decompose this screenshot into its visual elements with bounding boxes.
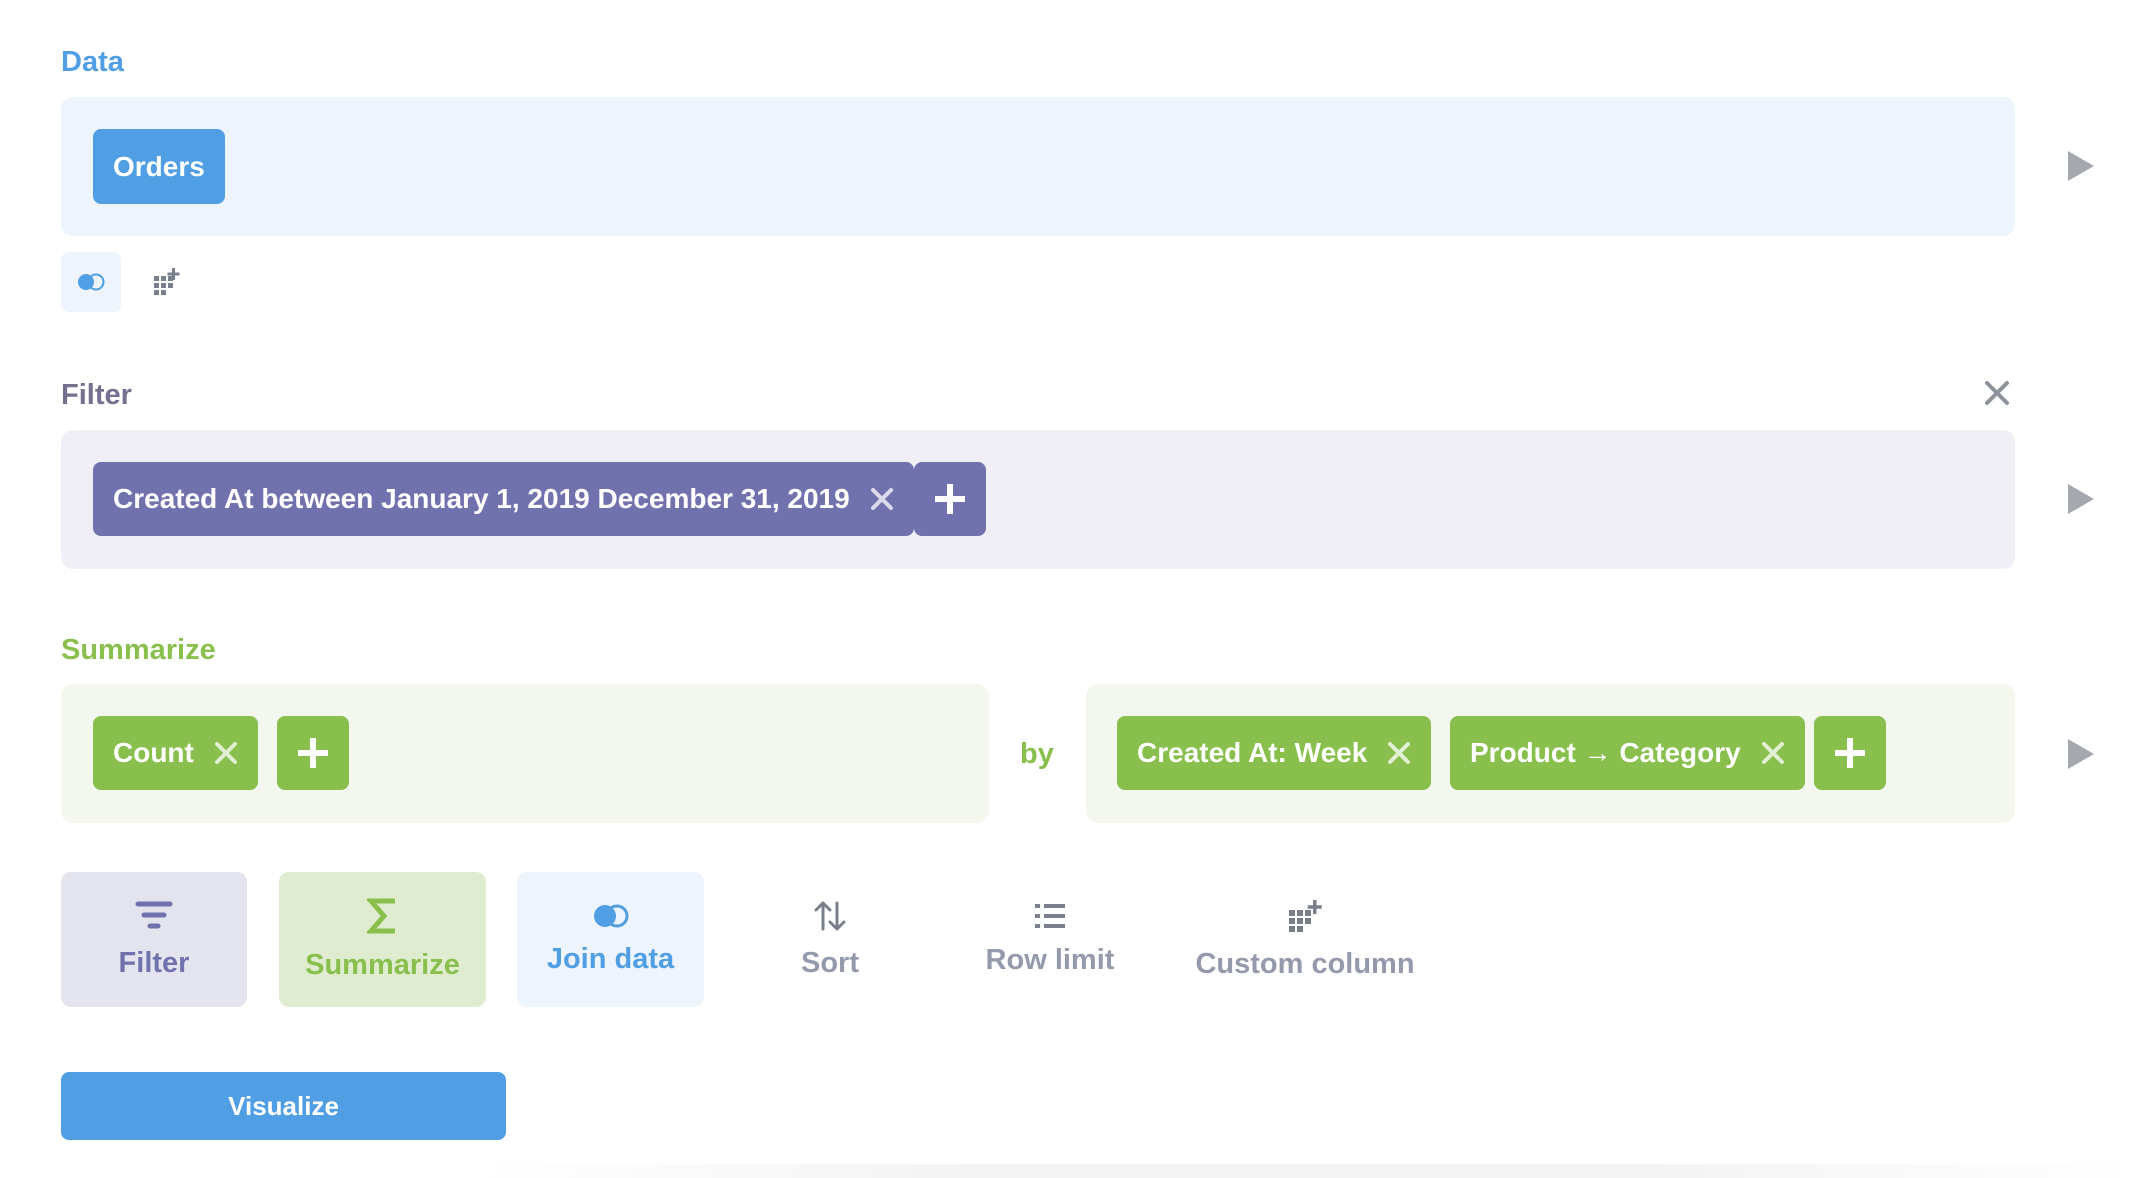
filter-icon <box>135 901 173 929</box>
row-limit-action-label: Row limit <box>985 944 1115 976</box>
breakout-pill-label: Product → Category <box>1470 737 1741 768</box>
visualize-button[interactable]: Visualize <box>61 1072 506 1140</box>
summarize-breakouts-panel: Created At: Week Product → Category <box>1086 684 2015 823</box>
sort-icon <box>814 901 846 931</box>
custom-column-icon <box>1289 900 1322 932</box>
bottom-shadow-divider <box>480 1164 2136 1178</box>
filter-step-panel: Created At between January 1, 2019 Decem… <box>61 430 2015 569</box>
sigma-icon <box>366 898 395 934</box>
row-limit-action-button[interactable]: Row limit <box>960 872 1140 1007</box>
table-pill-label: Orders <box>113 150 205 182</box>
add-filter-button[interactable] <box>914 462 986 536</box>
summarize-metrics-panel: Count <box>61 684 989 823</box>
breakout-pill-label: Created At: Week <box>1137 737 1368 768</box>
metric-pill-label: Count <box>113 737 194 768</box>
metric-pill-count[interactable]: Count <box>93 716 258 790</box>
sort-action-button[interactable]: Sort <box>740 872 920 1007</box>
close-icon <box>1985 381 2009 405</box>
close-icon <box>1388 742 1411 764</box>
filter-action-label: Filter <box>118 947 190 979</box>
custom-column-action-label: Custom column <box>1195 948 1415 980</box>
remove-filter-step-button[interactable] <box>1984 380 2010 406</box>
join-data-small-button[interactable] <box>61 252 121 312</box>
remove-filter-button[interactable] <box>870 487 894 511</box>
join-data-action-label: Join data <box>546 943 675 975</box>
visualize-button-label: Visualize <box>228 1090 339 1121</box>
data-section-title: Data <box>61 46 124 78</box>
summarize-section-title: Summarize <box>61 634 216 666</box>
by-label: by <box>1020 738 1054 770</box>
remove-metric-button[interactable] <box>214 741 238 765</box>
summarize-action-label: Summarize <box>305 949 460 981</box>
filter-pill-label: Created At between January 1, 2019 Decem… <box>113 483 850 514</box>
list-icon <box>1035 904 1065 928</box>
custom-column-action-button[interactable]: Custom column <box>1190 872 1420 1007</box>
close-icon <box>214 742 237 764</box>
close-icon <box>1761 742 1784 764</box>
filter-section-title: Filter <box>61 379 132 411</box>
breakout-pill-created-at[interactable]: Created At: Week <box>1117 716 1432 790</box>
table-pill-orders[interactable]: Orders <box>93 129 225 204</box>
preview-summarize-button[interactable] <box>2068 739 2094 769</box>
close-icon <box>870 488 893 510</box>
plus-icon <box>935 484 965 514</box>
add-metric-button[interactable] <box>277 716 349 790</box>
join-icon <box>78 273 105 291</box>
join-data-action-button[interactable]: Join data <box>517 872 704 1007</box>
preview-filter-button[interactable] <box>2068 484 2094 514</box>
preview-data-button[interactable] <box>2068 151 2094 181</box>
sort-action-label: Sort <box>801 947 859 979</box>
data-step-panel: Orders <box>61 97 2015 236</box>
plus-icon <box>1835 738 1865 768</box>
breakout-pill-product-category[interactable]: Product → Category <box>1450 716 1805 790</box>
filter-pill[interactable]: Created At between January 1, 2019 Decem… <box>93 462 914 536</box>
plus-icon <box>298 738 328 768</box>
remove-breakout-button[interactable] <box>1387 741 1411 765</box>
join-icon <box>593 904 628 928</box>
filter-action-button[interactable]: Filter <box>61 872 247 1007</box>
summarize-action-button[interactable]: Summarize <box>279 872 486 1007</box>
remove-breakout-button[interactable] <box>1761 741 1785 765</box>
custom-column-small-button[interactable] <box>148 266 184 302</box>
add-breakout-button[interactable] <box>1814 716 1886 790</box>
custom-column-icon <box>154 268 180 295</box>
